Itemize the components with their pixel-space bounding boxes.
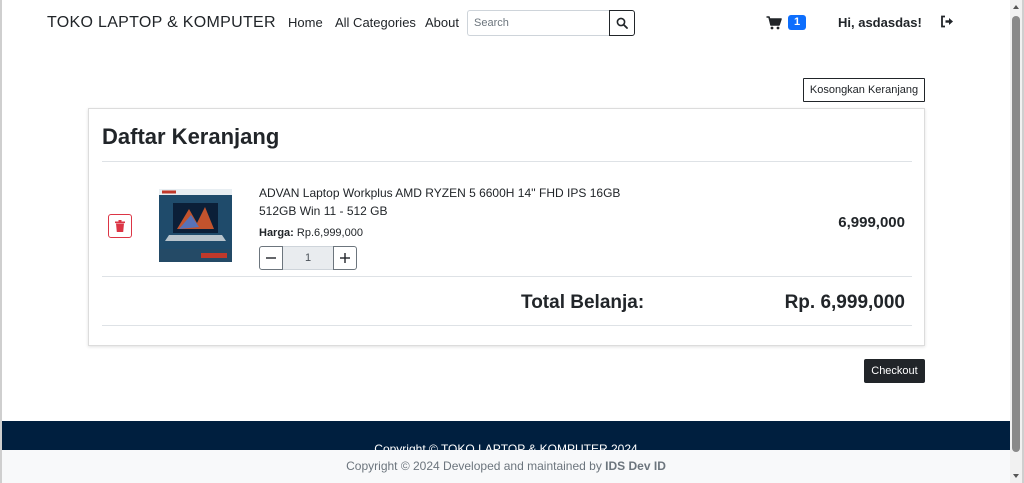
empty-cart-button[interactable]: Kosongkan Keranjang (803, 78, 925, 102)
search-input[interactable] (467, 10, 609, 36)
user-greeting[interactable]: Hi, asdasdas! (838, 15, 922, 30)
search-button[interactable] (609, 10, 635, 36)
quantity-stepper: 1 (259, 246, 357, 270)
plus-icon (340, 253, 350, 263)
delete-item-button[interactable] (108, 214, 132, 238)
logout-button[interactable] (940, 15, 954, 33)
product-price: Harga: Rp.6,999,000 (259, 227, 363, 239)
logout-icon (941, 15, 953, 28)
price-label: Harga: (259, 227, 294, 239)
price-value: Rp.6,999,000 (296, 227, 363, 239)
divider (102, 276, 912, 277)
divider (102, 325, 912, 326)
quantity-input[interactable]: 1 (283, 246, 333, 270)
decrease-quantity-button[interactable] (259, 246, 283, 270)
footer-developed-text: Copyright © 2024 Developed and maintaine… (346, 459, 602, 473)
cart-icon (766, 15, 782, 29)
cart-link[interactable]: 1 (766, 15, 807, 30)
product-image (159, 189, 232, 262)
footer-bottom: Copyright © 2024 Developed and maintaine… (2, 450, 1010, 483)
search-form (467, 10, 635, 36)
nav-about[interactable]: About (425, 15, 459, 30)
nav-all-categories[interactable]: All Categories (335, 15, 416, 30)
cart-card: Daftar Keranjang ADVAN Laptop Workplus A… (88, 108, 925, 346)
divider (102, 161, 912, 162)
scroll-up-arrow-icon[interactable] (1013, 5, 1019, 9)
total-label: Total Belanja: (521, 292, 645, 313)
footer-copyright: Copyright © TOKO LAPTOP & KOMPUTER 2024 (374, 442, 638, 450)
scrollbar-thumb[interactable] (1012, 16, 1020, 452)
minus-icon (266, 257, 276, 259)
footer-top: Copyright © TOKO LAPTOP & KOMPUTER 2024 (2, 421, 1010, 450)
scroll-down-arrow-icon[interactable] (1013, 474, 1019, 478)
search-icon (616, 17, 628, 29)
increase-quantity-button[interactable] (333, 246, 357, 270)
nav-home[interactable]: Home (288, 15, 323, 30)
total-value: Rp. 6,999,000 (784, 292, 905, 313)
footer-developer-link[interactable]: IDS Dev ID (605, 459, 666, 473)
brand-logo[interactable]: TOKO LAPTOP & KOMPUTER (47, 14, 276, 32)
checkout-button[interactable]: Checkout (864, 359, 925, 383)
trash-icon (115, 220, 125, 232)
cart-count-badge: 1 (788, 15, 807, 30)
product-name[interactable]: ADVAN Laptop Workplus AMD RYZEN 5 6600H … (259, 184, 649, 220)
vertical-scrollbar[interactable] (1010, 0, 1022, 483)
navbar: TOKO LAPTOP & KOMPUTER Home All Categori… (2, 0, 1010, 46)
item-subtotal: 6,999,000 (838, 214, 905, 231)
page-title: Daftar Keranjang (102, 124, 280, 149)
